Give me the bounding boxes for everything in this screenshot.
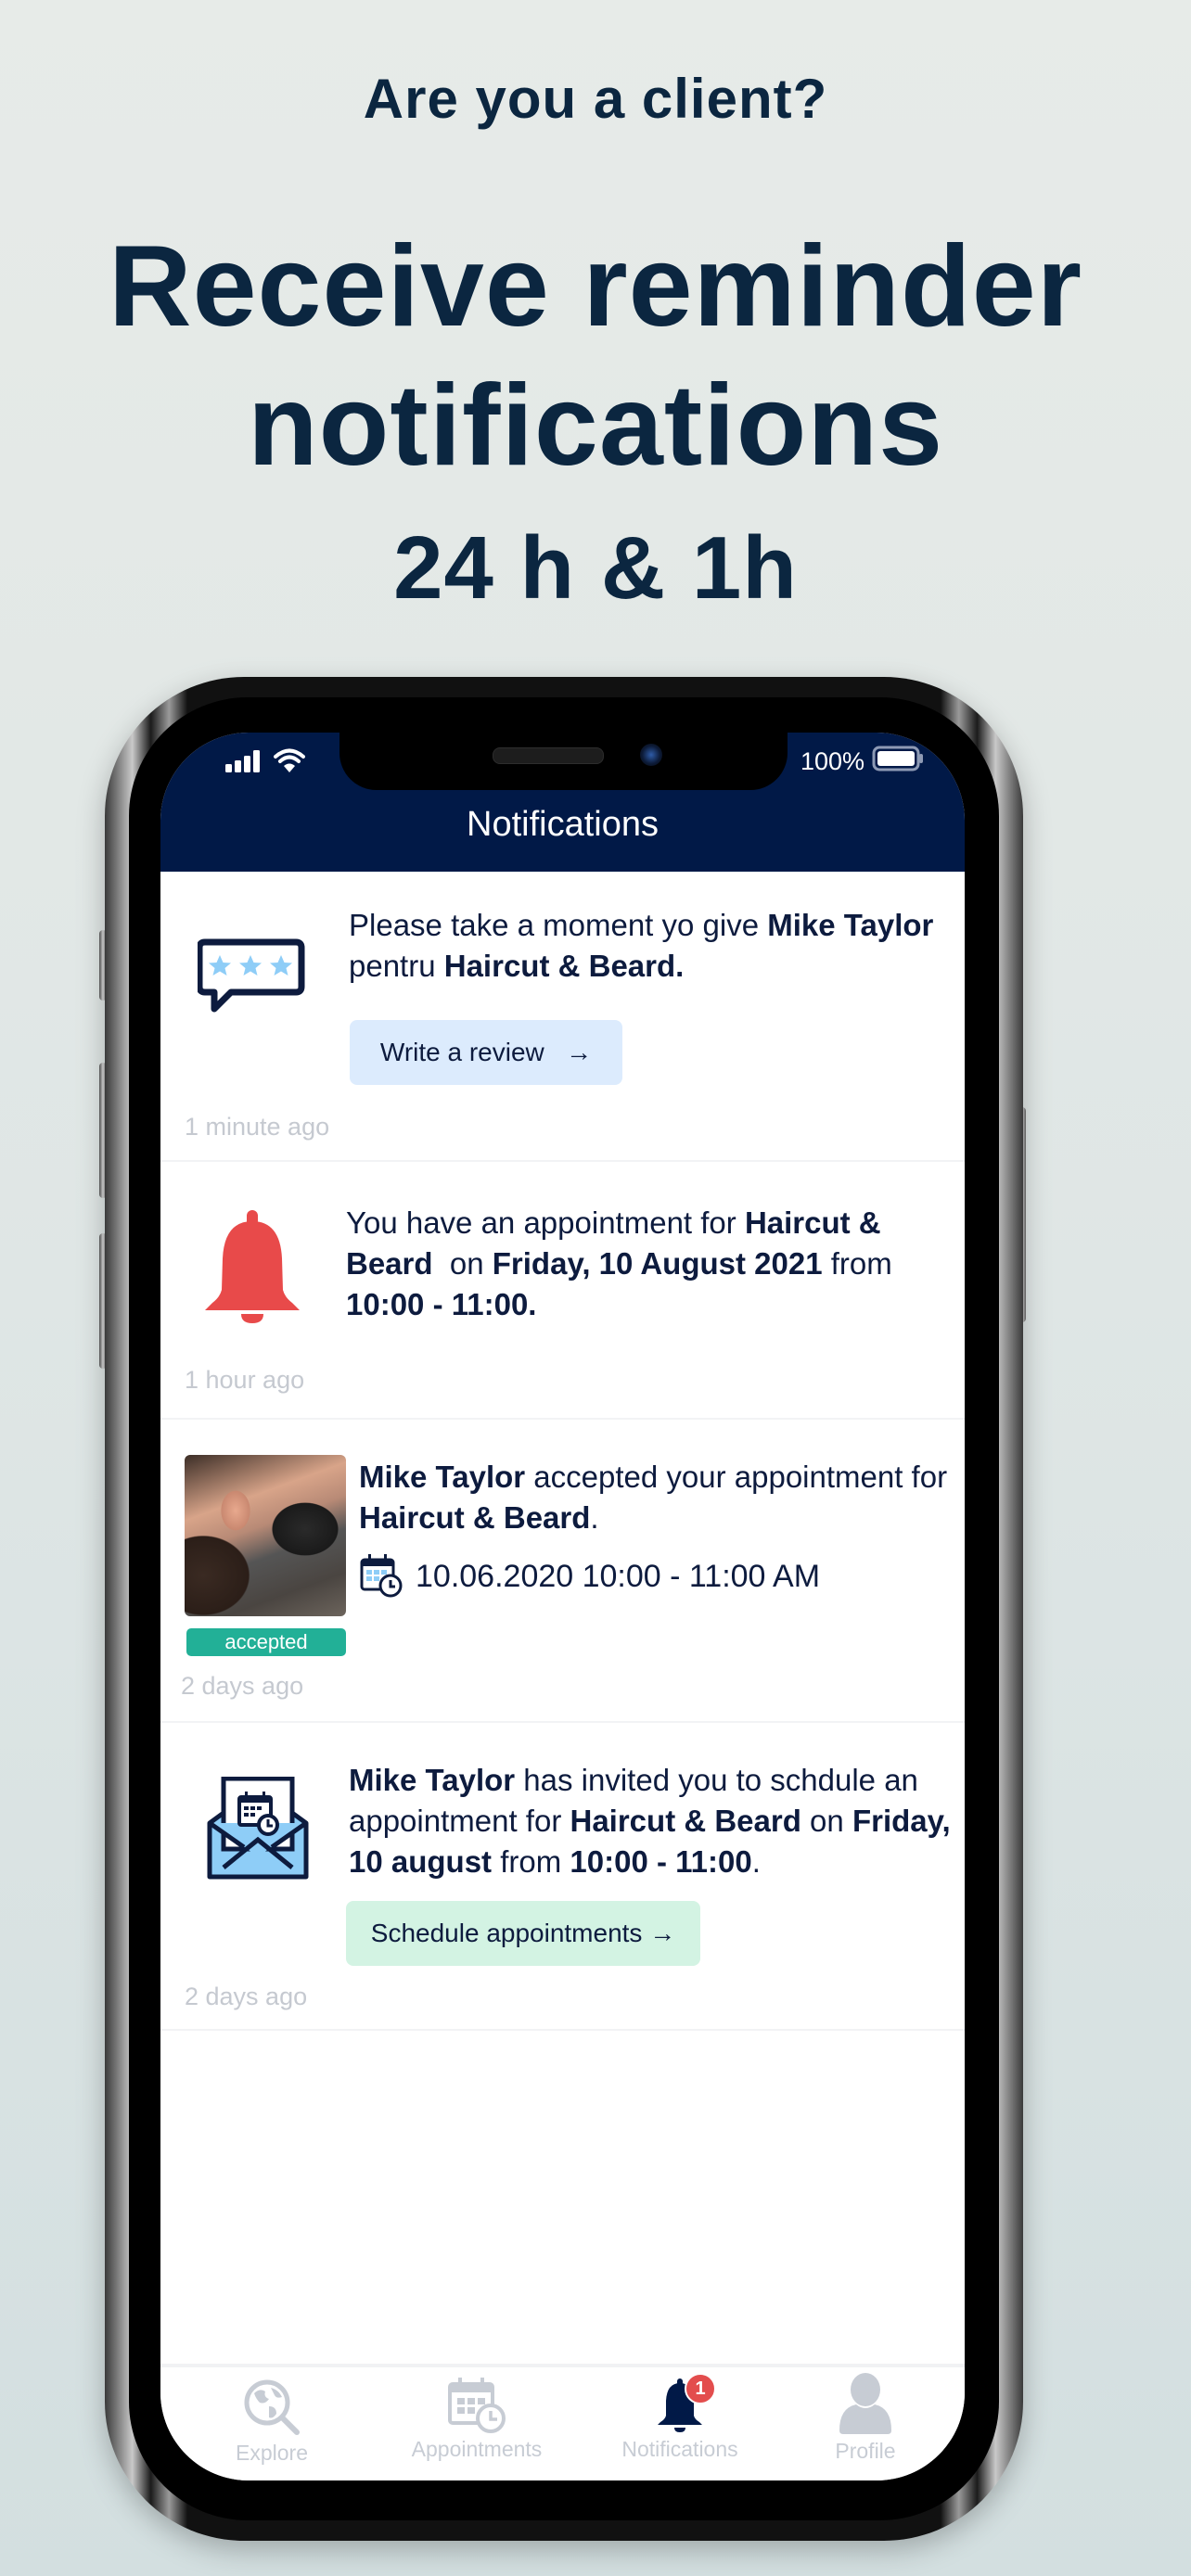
arrow-right-icon: →	[649, 1919, 676, 1947]
tab-appointments[interactable]: Appointments	[384, 2367, 570, 2480]
review-stars-icon	[196, 938, 305, 1019]
tab-label: Appointments	[411, 2437, 543, 2461]
bell-icon: 1	[657, 2373, 716, 2437]
appointment-datetime: 10.06.2020 10:00 - 11:00 AM	[416, 1559, 821, 1594]
status-bar-right: 100%	[800, 746, 924, 778]
notification-time: 1 hour ago	[185, 1366, 305, 1394]
globe-search-icon	[243, 2378, 301, 2441]
bell-icon	[201, 1210, 303, 1328]
promo-question: Are you a client?	[363, 68, 828, 130]
notification-time: 2 days ago	[181, 1672, 304, 1700]
notification-message: Mike Taylor accepted your appointment fo…	[359, 1460, 948, 1535]
notification-item[interactable]: You have an appointment for Haircut & Be…	[160, 1162, 965, 1420]
notification-count-badge: 1	[685, 2373, 716, 2404]
status-badge: accepted	[186, 1628, 346, 1656]
calendar-clock-icon	[359, 1553, 403, 1602]
schedule-appointments-button[interactable]: Schedule appointments →	[346, 1901, 700, 1966]
user-icon	[838, 2373, 893, 2439]
promo-headline-line1: Receive reminder	[109, 223, 1082, 351]
promo-subheadline: 24 h & 1h	[393, 518, 798, 618]
battery-icon	[872, 746, 924, 778]
phone-notch	[339, 733, 788, 790]
tab-profile[interactable]: Profile	[773, 2367, 958, 2480]
wifi-icon	[274, 748, 305, 777]
battery-percent: 100%	[800, 747, 864, 775]
notification-message: Mike Taylor has invited you to schdule a…	[349, 1763, 951, 1879]
tab-label: Notifications	[621, 2437, 738, 2461]
bottom-tab-bar: Explore Appointments 1 Notifications Pro…	[160, 2364, 965, 2480]
cellular-signal-icon	[225, 750, 261, 777]
status-bar-left	[225, 748, 305, 777]
notification-list: Please take a moment yo give Mike Taylor…	[160, 872, 965, 2031]
notification-message: Please take a moment yo give Mike Taylor…	[349, 908, 934, 983]
notification-time: 2 days ago	[185, 1983, 308, 2010]
phone-screen: 100% Notifications Please take a moment …	[160, 733, 965, 2480]
tab-label: Profile	[835, 2439, 896, 2463]
barber-photo	[185, 1455, 346, 1616]
calendar-invite-icon	[207, 1776, 309, 1885]
notification-message: You have an appointment for Haircut & Be…	[346, 1205, 892, 1321]
promo-headline-line2: notifications	[247, 362, 944, 490]
tab-notifications[interactable]: 1 Notifications	[587, 2367, 773, 2480]
notification-item[interactable]: Please take a moment yo give Mike Taylor…	[160, 872, 965, 1162]
page-title: Notifications	[467, 805, 659, 844]
calendar-clock-icon	[447, 2377, 506, 2439]
tab-label: Explore	[236, 2441, 308, 2465]
tab-explore[interactable]: Explore	[179, 2367, 365, 2480]
notification-item[interactable]: Mike Taylor has invited you to schdule a…	[160, 1723, 965, 2031]
nav-bar: 100% Notifications	[160, 733, 965, 872]
notification-item[interactable]: accepted Mike Taylor accepted your appoi…	[160, 1420, 965, 1723]
notification-time: 1 minute ago	[185, 1113, 330, 1141]
front-camera	[640, 744, 662, 766]
speaker-grille	[493, 747, 604, 764]
write-review-button[interactable]: Write a review →	[350, 1020, 622, 1085]
arrow-right-icon: →	[566, 1038, 593, 1066]
